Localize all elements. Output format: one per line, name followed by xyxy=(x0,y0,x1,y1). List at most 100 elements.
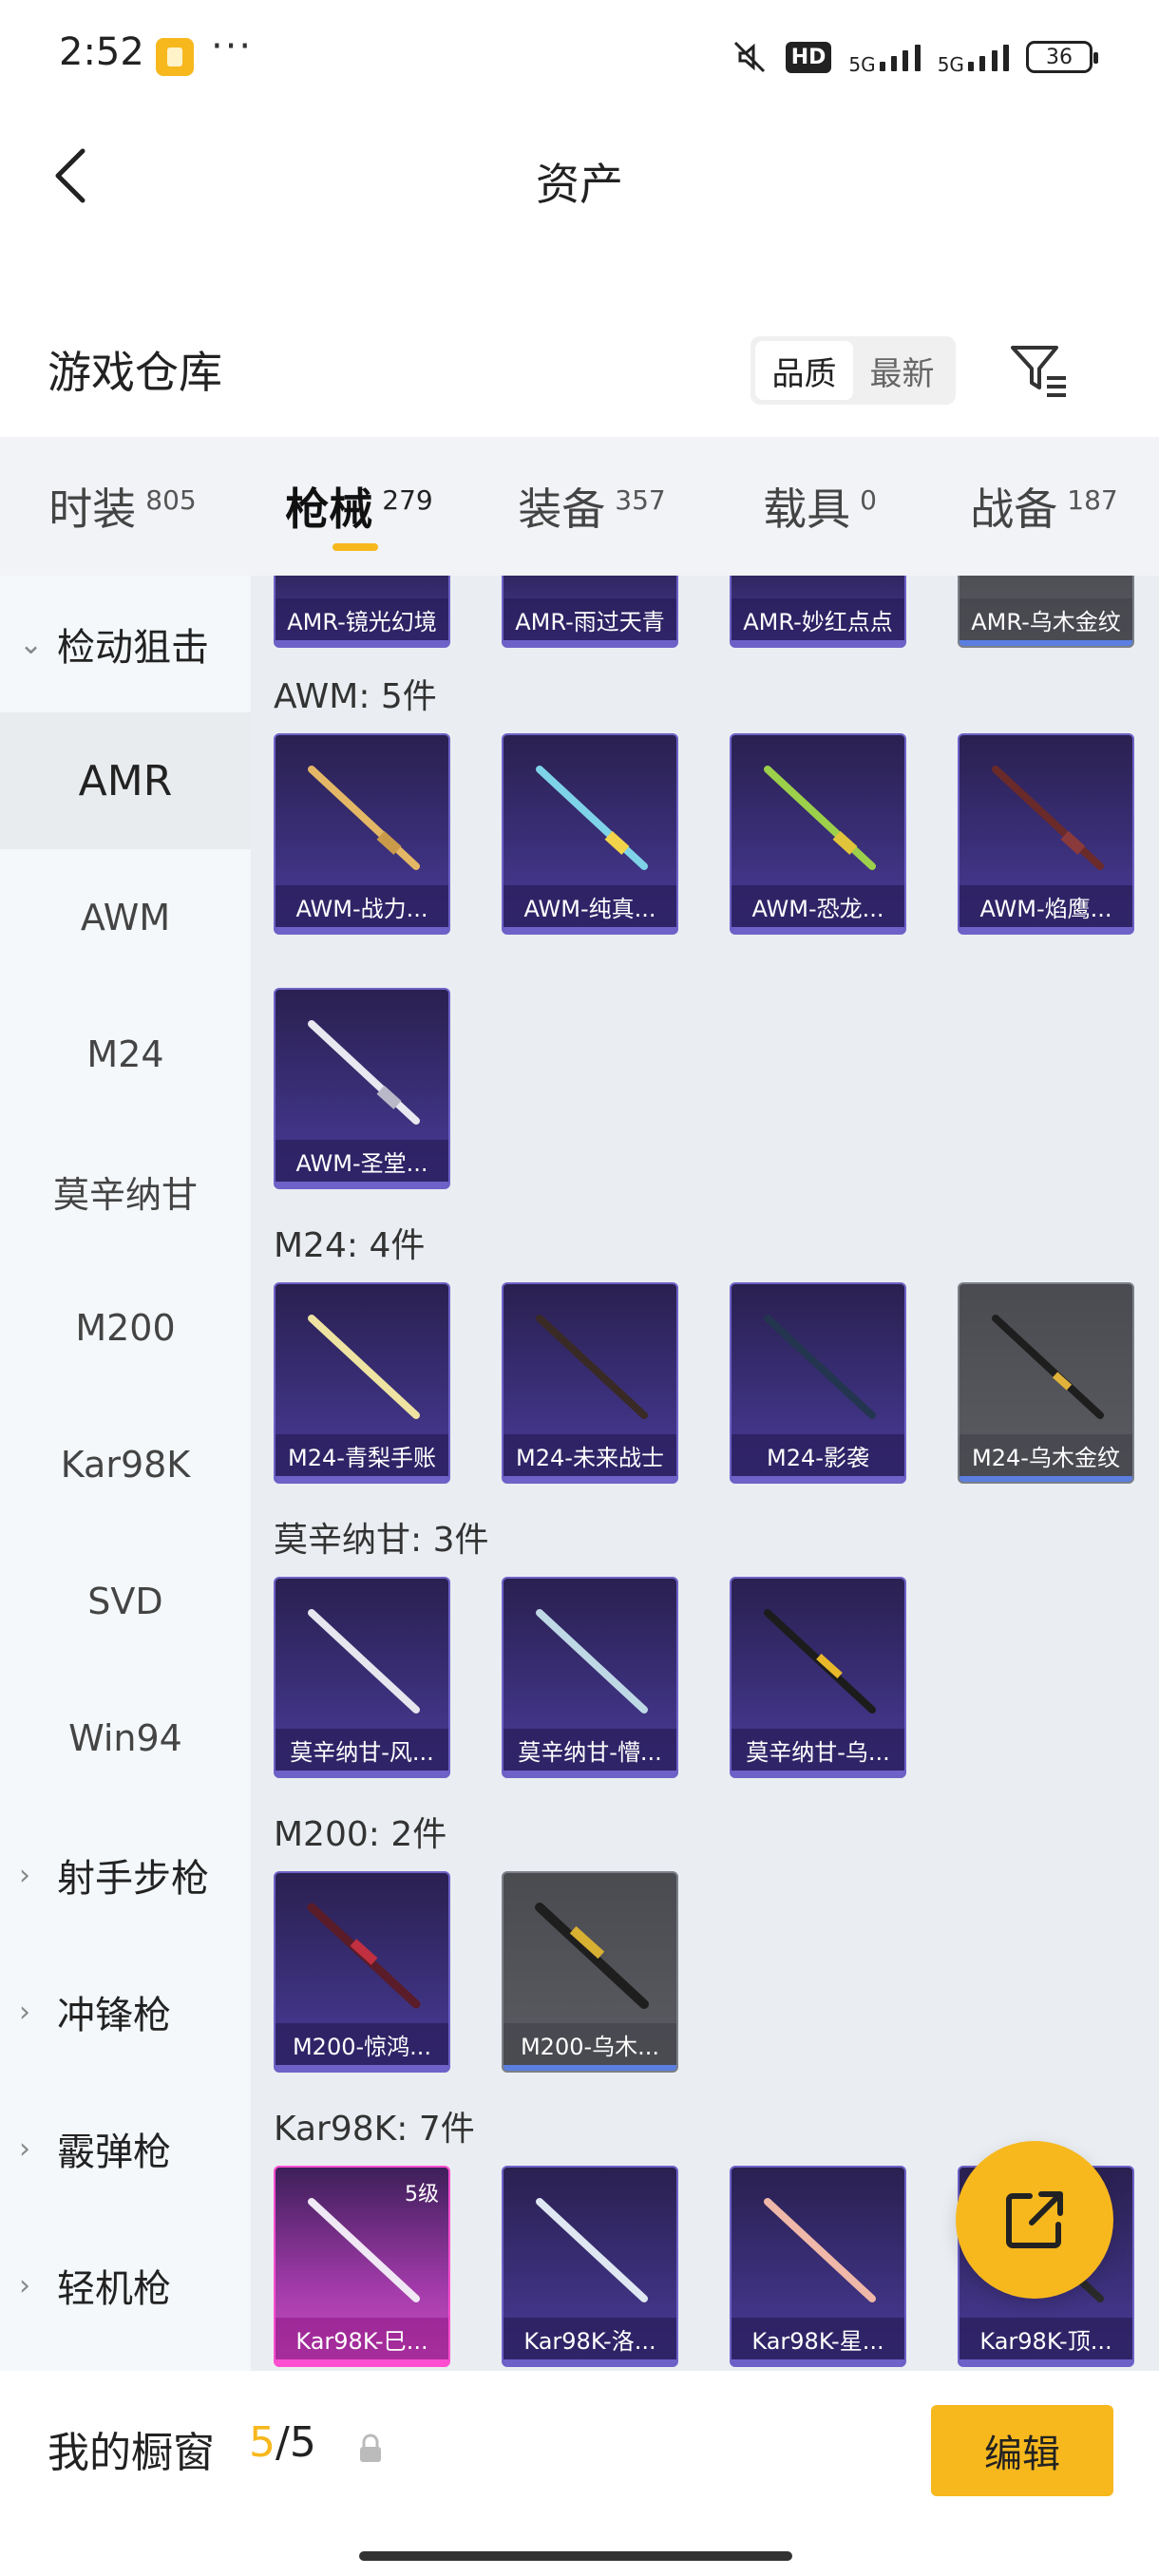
skin-card[interactable]: M200-惊鸿... xyxy=(274,1871,450,2073)
sidebar-item-svd[interactable]: SVD xyxy=(0,1533,251,1670)
status-bar: 2:52 ··· HD 5G 5G 36 xyxy=(0,0,1159,114)
tab-label: 枪械 xyxy=(285,483,373,535)
skin-card[interactable]: 莫辛纳甘-风... xyxy=(274,1577,450,1778)
showcase-count: 5/5 xyxy=(249,2418,316,2467)
sidebar-item-m24[interactable]: M24 xyxy=(0,986,251,1123)
filter-icon[interactable] xyxy=(1007,338,1072,403)
tab-count: 805 xyxy=(145,483,197,516)
sidebar-category-label: 轻机枪 xyxy=(57,2267,171,2311)
rifle-image xyxy=(764,1609,876,1714)
sort-toggle: 品质 最新 xyxy=(750,336,956,405)
sidebar-category-shotgun[interactable]: › 霰弹枪 xyxy=(0,2080,251,2217)
skin-card[interactable]: Kar98K-星... xyxy=(730,2166,906,2367)
skin-name: M200-惊鸿... xyxy=(276,2023,448,2065)
edit-button[interactable]: 编辑 xyxy=(931,2405,1113,2496)
skin-name: M200-乌木... xyxy=(504,2023,676,2065)
section-header: 游戏仓库 品质 最新 xyxy=(0,313,1159,423)
share-button[interactable] xyxy=(956,2141,1113,2299)
sidebar-item-kar98k[interactable]: Kar98K xyxy=(0,1396,251,1533)
skin-card[interactable]: AMR-乌木金纹 xyxy=(958,576,1134,648)
sidebar-category-sniper[interactable]: ⌄ 检动狙击 xyxy=(0,576,251,712)
sidebar-item-mosin[interactable]: 莫辛纳甘 xyxy=(0,1123,251,1260)
chevron-down-icon: ⌄ xyxy=(19,627,44,661)
skin-card[interactable]: M24-未来战士 xyxy=(502,1282,678,1484)
skin-card[interactable]: AWM-战力... xyxy=(274,733,450,935)
sidebar-category-label: 冲锋枪 xyxy=(57,1994,171,2037)
skin-name: AMR-乌木金纹 xyxy=(960,598,1132,640)
sidebar-item-win94[interactable]: Win94 xyxy=(0,1670,251,1807)
skin-name: AWM-战力... xyxy=(276,885,448,927)
tab-count: 279 xyxy=(382,483,433,516)
showcase-bar: 我的橱窗 5/5 编辑 xyxy=(0,2371,1159,2576)
showcase-current: 5 xyxy=(249,2418,276,2467)
chevron-right-icon: › xyxy=(19,1995,30,2029)
skin-name: M24-影袭 xyxy=(732,1434,904,1476)
group-label-m200: M200: 2件 xyxy=(274,1815,447,1854)
tab-count: 0 xyxy=(860,483,877,516)
skin-card[interactable]: 5级 Kar98K-巳... xyxy=(274,2166,450,2367)
group-label-awm: AWM: 5件 xyxy=(274,677,437,716)
skin-card[interactable]: 莫辛纳甘-懵... xyxy=(502,1577,678,1778)
tab-label: 载具 xyxy=(763,483,851,535)
skin-card[interactable]: AWM-圣堂... xyxy=(274,988,450,1189)
tab-label: 装备 xyxy=(518,483,606,535)
skin-card[interactable]: AMR-妙红点点 xyxy=(730,576,906,648)
group-label-m24: M24: 4件 xyxy=(274,1226,426,1265)
skin-name: AWM-恐龙... xyxy=(732,885,904,927)
rifle-image xyxy=(536,766,648,870)
signal-icon: 5G xyxy=(848,38,921,76)
skin-card[interactable]: Kar98K-洛... xyxy=(502,2166,678,2367)
section-title: 游戏仓库 xyxy=(48,347,222,398)
rifle-image xyxy=(308,766,420,870)
skin-card[interactable]: M24-青梨手账 xyxy=(274,1282,450,1484)
skin-name: AWM-纯真... xyxy=(504,885,676,927)
tab-equipment[interactable]: 装备 357 xyxy=(473,437,711,576)
tab-count: 357 xyxy=(615,483,666,516)
tab-label: 战备 xyxy=(970,483,1058,535)
page-title: 资产 xyxy=(536,159,623,210)
chevron-right-icon: › xyxy=(19,2131,30,2166)
sidebar-item-amr[interactable]: AMR xyxy=(0,712,251,849)
skin-card[interactable]: AWM-焰鹰... xyxy=(958,733,1134,935)
skin-name: AMR-镜光幻境 xyxy=(276,598,448,640)
skin-card[interactable]: M24-影袭 xyxy=(730,1282,906,1484)
skin-card[interactable]: AWM-恐龙... xyxy=(730,733,906,935)
tab-guns[interactable]: 枪械 279 xyxy=(245,437,473,576)
showcase-label: 我的橱窗 xyxy=(48,2429,215,2477)
lock-icon xyxy=(360,2434,381,2462)
skin-name: AMR-妙红点点 xyxy=(732,598,904,640)
nav-bar: 资产 xyxy=(0,114,1159,237)
sidebar-category-dmr[interactable]: › 射手步枪 xyxy=(0,1807,251,1943)
sidebar-category-lmg[interactable]: › 轻机枪 xyxy=(0,2217,251,2354)
notification-app-icon xyxy=(156,38,194,76)
group-label-kar98k: Kar98K: 7件 xyxy=(274,2110,475,2149)
active-tab-indicator xyxy=(332,543,378,551)
status-time: 2:52 xyxy=(59,30,144,74)
rifle-image xyxy=(536,2198,648,2302)
status-more: ··· xyxy=(211,25,254,68)
sidebar-category-label: 霰弹枪 xyxy=(57,2131,171,2174)
skin-card[interactable]: M24-乌木金纹 xyxy=(958,1282,1134,1484)
sort-newest-button[interactable]: 最新 xyxy=(853,341,951,400)
sort-quality-button[interactable]: 品质 xyxy=(755,341,853,400)
skin-name: 莫辛纳甘-风... xyxy=(276,1729,448,1771)
rifle-image xyxy=(308,1315,420,1419)
showcase-total: /5 xyxy=(276,2418,316,2467)
mute-icon xyxy=(733,41,765,73)
tab-gear[interactable]: 战备 187 xyxy=(929,437,1159,576)
sidebar-category-smg[interactable]: › 冲锋枪 xyxy=(0,1943,251,2080)
tab-fashion[interactable]: 时装 805 xyxy=(0,437,245,576)
skin-name: M24-青梨手账 xyxy=(276,1434,448,1476)
battery-level: 36 xyxy=(1046,45,1073,69)
tab-vehicles[interactable]: 载具 0 xyxy=(711,437,929,576)
sidebar-item-awm[interactable]: AWM xyxy=(0,849,251,986)
rifle-image xyxy=(308,1020,420,1125)
skin-card[interactable]: M200-乌木... xyxy=(502,1871,678,2073)
sidebar-item-m200[interactable]: M200 xyxy=(0,1260,251,1396)
skin-card[interactable]: 莫辛纳甘-乌... xyxy=(730,1577,906,1778)
chevron-right-icon: › xyxy=(19,2268,30,2302)
skin-card[interactable]: AWM-纯真... xyxy=(502,733,678,935)
skin-card[interactable]: AMR-雨过天青 xyxy=(502,576,678,648)
home-indicator[interactable] xyxy=(359,2551,792,2561)
skin-card[interactable]: AMR-镜光幻境 xyxy=(274,576,450,648)
